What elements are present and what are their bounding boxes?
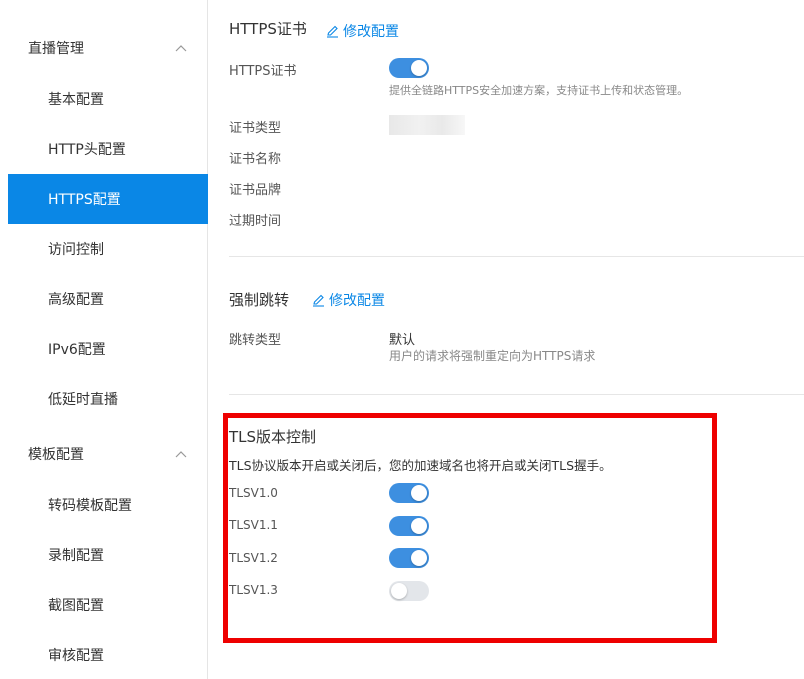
edit-label: 修改配置: [343, 24, 399, 40]
sidebar-item-review-config[interactable]: 审核配置: [8, 630, 208, 679]
https-cert-toggle[interactable]: [389, 58, 429, 78]
section-divider: [229, 394, 804, 395]
sidebar-group-template-config[interactable]: 模板配置: [0, 434, 208, 474]
sidebar-item-label: 转码模板配置: [48, 498, 132, 514]
redirect-type-value: 默认: [389, 333, 416, 348]
chevron-up-icon: [174, 447, 188, 461]
section-divider: [229, 256, 804, 257]
https-edit-link[interactable]: 修改配置: [326, 21, 399, 41]
highlight-annotation-box: [223, 413, 717, 643]
cert-type-value-redacted: [389, 115, 465, 135]
redirect-section-title: 强制跳转: [229, 291, 290, 309]
sidebar-group-label: 模板配置: [28, 447, 84, 463]
chevron-up-icon: [174, 41, 188, 55]
sidebar-item-label: HTTP头配置: [48, 142, 126, 158]
cert-expire-label: 过期时间: [229, 214, 282, 229]
pencil-icon: [313, 294, 324, 307]
sidebar-item-basic-config[interactable]: 基本配置: [8, 74, 208, 124]
sidebar-item-label: 高级配置: [48, 292, 104, 308]
pencil-icon: [327, 25, 338, 38]
sidebar-item-label: 访问控制: [48, 242, 104, 258]
cert-brand-label: 证书品牌: [229, 183, 282, 198]
cert-name-label: 证书名称: [229, 152, 282, 167]
sidebar-item-label: 审核配置: [48, 648, 104, 664]
https-cert-hint: 提供全链路HTTPS安全加速方案，支持证书上传和状态管理。: [389, 84, 689, 97]
sidebar-item-snapshot-config[interactable]: 截图配置: [8, 580, 208, 630]
sidebar-item-low-latency[interactable]: 低延时直播: [8, 374, 208, 424]
redirect-type-label: 跳转类型: [229, 333, 282, 348]
https-cert-label: HTTPS证书: [229, 64, 297, 79]
sidebar-item-access-control[interactable]: 访问控制: [8, 224, 208, 274]
https-section-title: HTTPS证书: [229, 20, 307, 38]
main-content: HTTPS证书 修改配置 HTTPS证书 提供全链路HTTPS安全加速方案，支持…: [209, 0, 804, 679]
sidebar-item-label: IPv6配置: [48, 342, 106, 358]
sidebar-item-https-config[interactable]: HTTPS配置: [8, 174, 208, 224]
redirect-type-hint: 用户的请求将强制重定向为HTTPS请求: [389, 349, 596, 363]
sidebar-item-label: 低延时直播: [48, 392, 118, 408]
sidebar-item-advanced-config[interactable]: 高级配置: [8, 274, 208, 324]
toggle-knob: [411, 60, 427, 76]
sidebar-group-live-management[interactable]: 直播管理: [0, 28, 208, 68]
sidebar-item-label: 录制配置: [48, 548, 104, 564]
sidebar-item-label: HTTPS配置: [48, 192, 121, 208]
sidebar-item-transcode-template[interactable]: 转码模板配置: [8, 480, 208, 530]
sidebar-item-label: 基本配置: [48, 92, 104, 108]
redirect-edit-link[interactable]: 修改配置: [312, 290, 385, 310]
cert-type-label: 证书类型: [229, 121, 282, 136]
sidebar-group-label: 直播管理: [28, 41, 84, 57]
sidebar-item-record-config[interactable]: 录制配置: [8, 530, 208, 580]
sidebar-item-ipv6-config[interactable]: IPv6配置: [8, 324, 208, 374]
edit-label: 修改配置: [329, 293, 385, 309]
sidebar-nav: 直播管理 基本配置 HTTP头配置 HTTPS配置 访问控制 高级配置 IPv6…: [0, 0, 208, 679]
sidebar-item-label: 截图配置: [48, 598, 104, 614]
sidebar-item-http-header[interactable]: HTTP头配置: [8, 124, 208, 174]
